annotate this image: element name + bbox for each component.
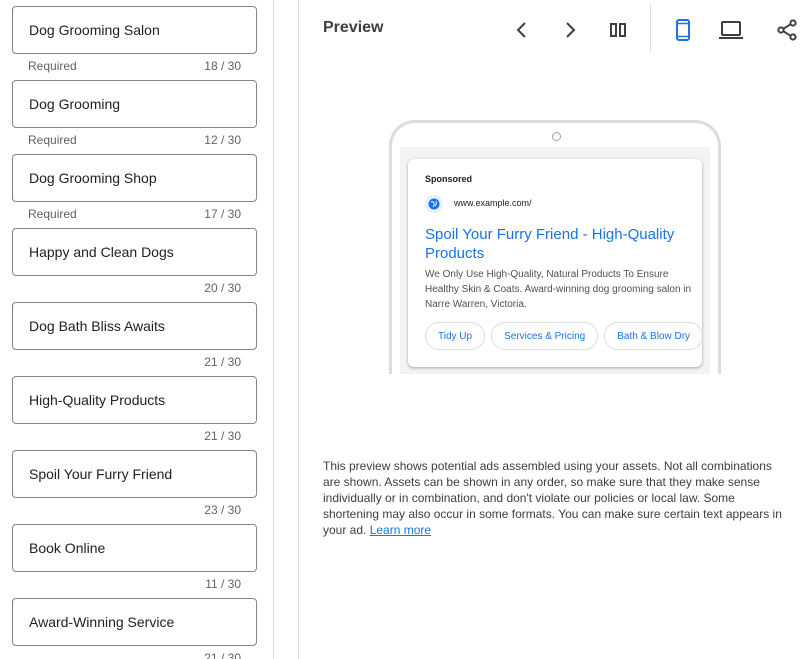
laptop-icon <box>719 21 743 39</box>
headline-input[interactable]: High-Quality Products <box>12 376 257 424</box>
sitelink-chip[interactable]: Bath & Blow Dry <box>604 322 702 350</box>
required-label: Required <box>28 207 77 221</box>
character-count: 21 / 30 <box>204 651 241 659</box>
ad-description: We Only Use High-Quality, Natural Produc… <box>425 269 692 310</box>
headline-field-group: Dog Grooming Required 12 / 30 <box>12 80 257 148</box>
sitelink-chip[interactable]: Tidy Up <box>425 322 486 350</box>
headline-meta: Required 12 / 30 <box>12 132 257 148</box>
headline-field-group: Spoil Your Furry Friend 23 / 30 <box>12 450 257 518</box>
headline-input[interactable]: Book Online <box>12 524 257 572</box>
ad-display-url: www.example.com/ <box>454 198 532 208</box>
headline-meta: Required 18 / 30 <box>12 58 257 74</box>
headline-field-group: High-Quality Products 21 / 30 <box>12 376 257 444</box>
phone-mockup: Sponsored www.example.com/ Spoil Your Fu… <box>389 120 721 374</box>
headline-meta: 21 / 30 <box>12 428 257 444</box>
headline-meta: 21 / 30 <box>12 650 257 659</box>
phone-screen: Sponsored www.example.com/ Spoil Your Fu… <box>400 147 710 374</box>
headline-field-group: Book Online 11 / 30 <box>12 524 257 592</box>
character-count: 21 / 30 <box>204 429 241 443</box>
ad-headline[interactable]: Spoil Your Furry Friend - High-Quality P… <box>425 225 693 263</box>
headline-field-group: Dog Bath Bliss Awaits 21 / 30 <box>12 302 257 370</box>
sitelink-row: Tidy Up Services & Pricing Bath & Blow D… <box>425 322 702 352</box>
share-icon <box>777 19 797 41</box>
headlines-panel: Dog Grooming Salon Required 18 / 30 Dog … <box>0 0 274 659</box>
mobile-icon <box>676 19 690 41</box>
headline-field-group: Award-Winning Service 21 / 30 <box>12 598 257 659</box>
panel-divider <box>273 0 274 659</box>
preview-title: Preview <box>323 19 384 36</box>
character-count: 23 / 30 <box>204 503 241 517</box>
headline-meta: 21 / 30 <box>12 354 257 370</box>
sponsored-label: Sponsored <box>425 174 473 184</box>
required-label: Required <box>28 59 77 73</box>
headline-field-group: Dog Grooming Salon Required 18 / 30 <box>12 6 257 74</box>
headline-input[interactable]: Dog Grooming <box>12 80 257 128</box>
headline-field-group: Happy and Clean Dogs 20 / 30 <box>12 228 257 296</box>
sitelink-chip[interactable]: Services & Pricing <box>491 322 599 350</box>
phone-camera <box>552 132 561 141</box>
required-label: Required <box>28 133 77 147</box>
chevron-right-icon <box>566 22 576 38</box>
toolbar-divider <box>650 4 651 52</box>
ad-preview-card: Sponsored www.example.com/ Spoil Your Fu… <box>408 159 702 367</box>
previous-button[interactable] <box>502 10 542 50</box>
headline-input[interactable]: Award-Winning Service <box>12 598 257 646</box>
chevron-left-icon <box>516 22 526 38</box>
character-count: 20 / 30 <box>204 281 241 295</box>
preview-disclaimer: This preview shows potential ads assembl… <box>323 458 783 538</box>
globe-icon <box>425 195 443 213</box>
character-count: 12 / 30 <box>204 133 241 147</box>
next-button[interactable] <box>550 10 590 50</box>
headline-meta: 23 / 30 <box>12 502 257 518</box>
headline-meta: Required 17 / 30 <box>12 206 257 222</box>
preview-panel: Preview Sponsored www.example.com/ Spoil… <box>299 0 809 659</box>
headline-input[interactable]: Happy and Clean Dogs <box>12 228 257 276</box>
character-count: 11 / 30 <box>205 577 241 591</box>
headline-meta: 20 / 30 <box>12 280 257 296</box>
desktop-view-button[interactable] <box>711 10 751 50</box>
learn-more-link[interactable]: Learn more <box>370 523 431 537</box>
mobile-view-button[interactable] <box>663 10 703 50</box>
headline-meta: 11 / 30 <box>12 576 257 592</box>
compare-view-button[interactable] <box>598 10 638 50</box>
character-count: 18 / 30 <box>204 59 241 73</box>
share-button[interactable] <box>767 10 807 50</box>
headline-field-group: Dog Grooming Shop Required 17 / 30 <box>12 154 257 222</box>
headline-input[interactable]: Spoil Your Furry Friend <box>12 450 257 498</box>
headline-input[interactable]: Dog Bath Bliss Awaits <box>12 302 257 350</box>
headline-input[interactable]: Dog Grooming Shop <box>12 154 257 202</box>
character-count: 21 / 30 <box>204 355 241 369</box>
columns-icon <box>610 23 626 37</box>
headline-input[interactable]: Dog Grooming Salon <box>12 6 257 54</box>
character-count: 17 / 30 <box>204 207 241 221</box>
